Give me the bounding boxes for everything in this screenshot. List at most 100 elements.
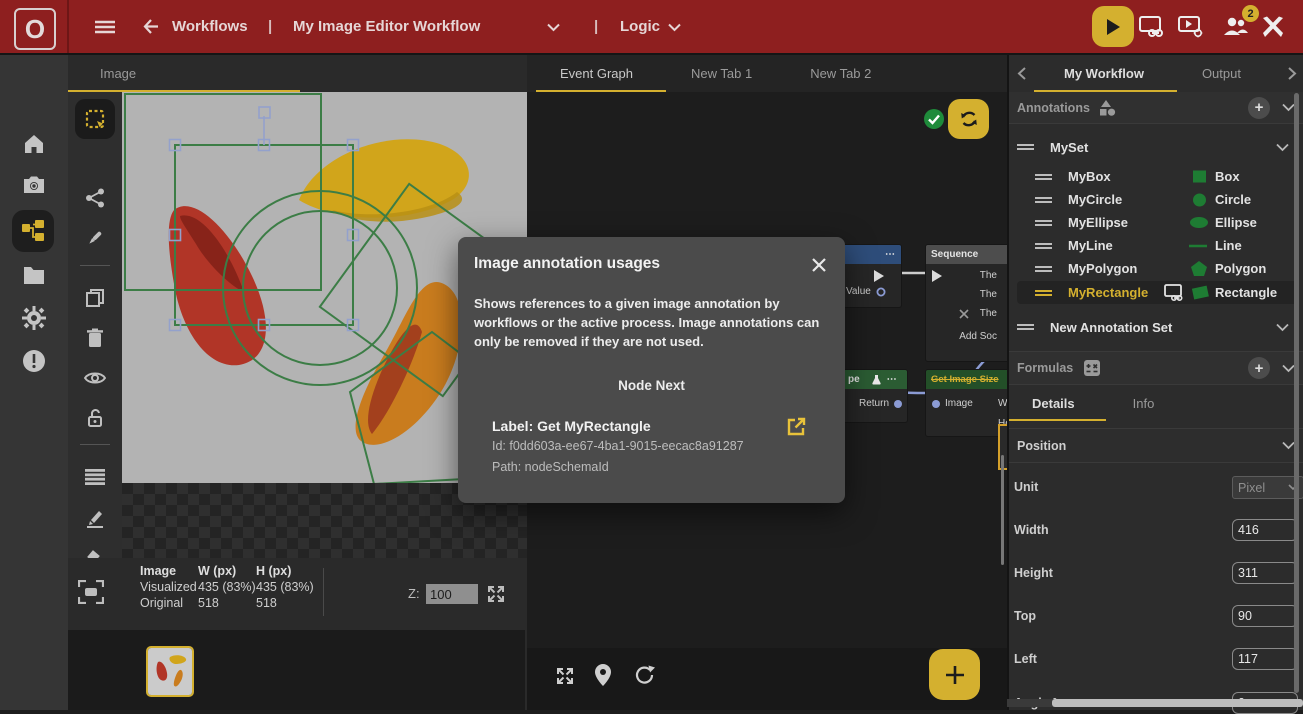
height-input[interactable]	[1232, 562, 1298, 584]
image-in-pin[interactable]	[931, 399, 941, 409]
tab-new-tab-2[interactable]: New Tab 2	[810, 66, 871, 81]
drag-handle-icon[interactable]	[1035, 219, 1052, 227]
run-button[interactable]	[1092, 6, 1134, 47]
drag-handle-icon[interactable]	[1035, 289, 1052, 297]
marquee-select-tool[interactable]	[75, 99, 115, 139]
drag-handle-icon[interactable]	[1035, 173, 1052, 181]
drag-handle-icon[interactable]	[1017, 323, 1034, 331]
annotation-row-mycircle[interactable]: MyCircle Circle	[1017, 188, 1297, 211]
close-icon[interactable]	[811, 257, 827, 273]
value-out-pin[interactable]	[876, 287, 886, 297]
app-logo[interactable]: O	[14, 8, 56, 50]
tab-info[interactable]: Info	[1133, 396, 1155, 411]
files-icon[interactable]	[22, 265, 46, 289]
image-thumbnail[interactable]	[146, 646, 194, 697]
width-input[interactable]	[1232, 519, 1298, 541]
left-input[interactable]	[1232, 648, 1298, 670]
collapse-chevron-icon[interactable]	[1276, 323, 1289, 332]
collapse-chevron-icon[interactable]	[1276, 143, 1289, 152]
formulas-section-header[interactable]: Formulas +	[1009, 351, 1303, 385]
graph-name-dropdown[interactable]: Logic	[620, 0, 660, 53]
chevron-down-icon[interactable]	[668, 23, 681, 32]
drag-handle-icon[interactable]	[1035, 196, 1052, 204]
tab-my-workflow[interactable]: My Workflow	[1064, 66, 1144, 81]
camera-icon[interactable]	[22, 175, 46, 199]
eyedropper-tool[interactable]	[75, 218, 115, 258]
graph-scrollbar[interactable]	[1001, 455, 1004, 565]
position-section-header[interactable]: Position	[1009, 428, 1303, 463]
top-bar: O Workflows | My Image Editor Workflow |…	[0, 0, 1303, 55]
settings-gear-icon[interactable]	[22, 306, 46, 330]
unit-select[interactable]: Pixel	[1232, 476, 1303, 499]
draw-tool[interactable]	[75, 498, 115, 538]
zoom-input[interactable]	[426, 584, 478, 604]
workflows-nav-active[interactable]	[12, 210, 54, 252]
copy-tool[interactable]	[75, 278, 115, 318]
position-header-label: Position	[1017, 439, 1066, 453]
annotation-row-myellipse[interactable]: MyEllipse Ellipse	[1017, 211, 1297, 234]
annotation-row-myrectangle[interactable]: MyRectangle Rectangle	[1017, 281, 1297, 304]
refresh-graph-button[interactable]	[948, 99, 989, 139]
exec-out-pin[interactable]	[873, 269, 885, 283]
node-get-image-size[interactable]: Get Image Size Image Wid Heig	[925, 369, 1007, 437]
reload-icon[interactable]	[634, 664, 656, 686]
add-formula-button[interactable]: +	[1248, 357, 1270, 379]
add-socket-label[interactable]: Add Soc	[959, 331, 997, 342]
top-input[interactable]	[1232, 605, 1298, 627]
annotation-set-row[interactable]: MySet	[1009, 131, 1303, 163]
open-in-new-icon[interactable]	[786, 417, 806, 437]
workflow-link-icon[interactable]	[1139, 16, 1164, 38]
tabs-prev-chevron-icon[interactable]	[1017, 67, 1026, 80]
new-annotation-set-row[interactable]: New Annotation Set	[1009, 311, 1303, 343]
back-arrow-icon[interactable]	[141, 17, 160, 36]
alerts-icon[interactable]	[22, 349, 46, 373]
annotation-row-myline[interactable]: MyLine Line	[1017, 234, 1297, 257]
tab-image[interactable]: Image	[100, 66, 136, 81]
breadcrumb-section[interactable]: Workflows	[172, 0, 248, 53]
layers-list-tool[interactable]	[75, 457, 115, 497]
hamburger-menu-icon[interactable]	[95, 20, 115, 34]
drag-handle-icon[interactable]	[1035, 265, 1052, 273]
delete-tool[interactable]	[75, 318, 115, 358]
annotation-row-mybox[interactable]: MyBox Box	[1017, 165, 1297, 188]
tab-output[interactable]: Output	[1202, 66, 1241, 81]
annotations-section-header[interactable]: Annotations +	[1009, 92, 1303, 124]
home-icon[interactable]	[22, 133, 46, 157]
node-sequence[interactable]: Sequence The The The Add Soc	[925, 244, 1007, 362]
visibility-tool[interactable]	[75, 358, 115, 398]
node-menu-icon[interactable]: ⋯	[885, 249, 896, 260]
annotation-row-mypolygon[interactable]: MyPolygon Polygon	[1017, 257, 1297, 280]
tab-new-tab-1[interactable]: New Tab 1	[691, 66, 752, 81]
users-button[interactable]: 2	[1222, 13, 1252, 41]
fit-view-icon[interactable]	[78, 580, 104, 604]
usages-icon[interactable]	[1164, 284, 1184, 301]
annotation-type: Rectangle	[1215, 285, 1277, 300]
lock-tool[interactable]	[75, 398, 115, 438]
tab-event-graph[interactable]: Event Graph	[560, 66, 633, 81]
tab-details[interactable]: Details	[1032, 396, 1075, 411]
workflow-name-dropdown[interactable]: My Image Editor Workflow	[293, 0, 480, 53]
drag-handle-icon[interactable]	[1035, 242, 1052, 250]
inspector-horizontal-scrollbar[interactable]	[1052, 699, 1303, 707]
refresh-icon	[959, 109, 979, 129]
admin-tools-icon[interactable]	[1261, 16, 1285, 38]
return-out-pin[interactable]	[893, 399, 903, 409]
fit-graph-icon[interactable]	[554, 665, 576, 687]
left-field-label: Left	[1014, 652, 1037, 666]
fullscreen-icon[interactable]	[486, 584, 506, 604]
screen-settings-icon[interactable]	[1178, 16, 1204, 38]
exec-in-pin[interactable]	[931, 269, 943, 283]
unit-select-value: Pixel	[1238, 481, 1265, 495]
node-menu-icon[interactable]: ⋯	[887, 374, 898, 385]
chevron-down-icon[interactable]	[547, 23, 560, 32]
share-nodes-tool[interactable]	[75, 178, 115, 218]
locate-pin-icon[interactable]	[594, 663, 612, 687]
remove-socket-icon[interactable]	[959, 309, 969, 319]
add-annotation-button[interactable]: +	[1248, 97, 1270, 119]
inspector-vertical-scrollbar[interactable]	[1294, 93, 1299, 693]
drag-handle-icon[interactable]	[1017, 143, 1034, 151]
tabs-next-chevron-icon[interactable]	[1288, 67, 1297, 80]
new-annotation-set-name[interactable]: New Annotation Set	[1050, 320, 1172, 335]
annotation-set-name[interactable]: MySet	[1050, 140, 1088, 155]
add-node-button[interactable]	[929, 649, 980, 700]
